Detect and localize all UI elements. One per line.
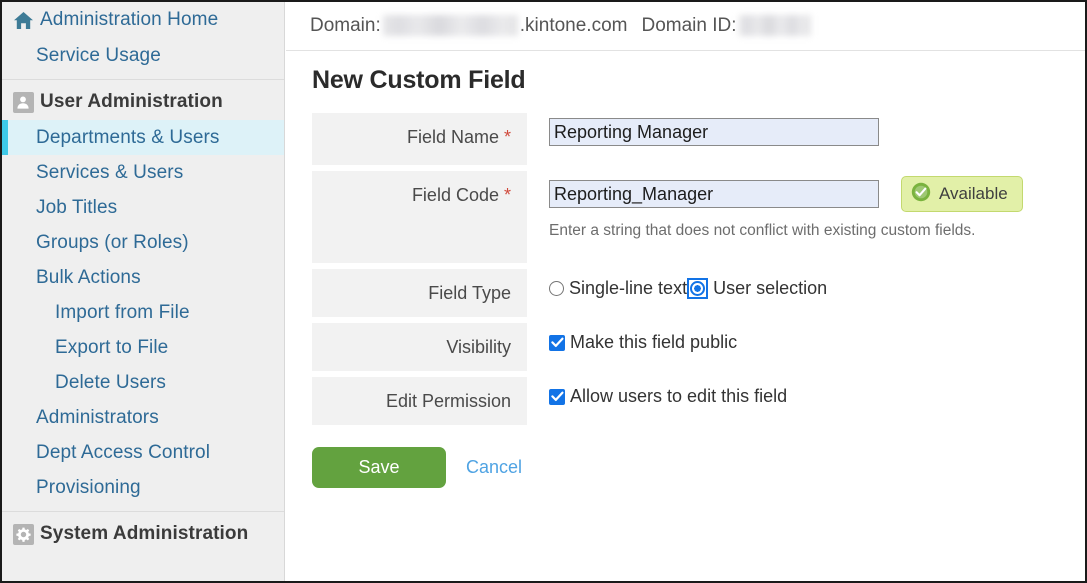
- edit-permission-label: Edit Permission: [312, 377, 527, 425]
- form-row-visibility: Visibility Make this field public: [312, 323, 1085, 371]
- sidebar-item-label: Dept Access Control: [36, 441, 211, 463]
- sidebar-group-general: Administration Home Service Usage: [2, 2, 284, 73]
- sidebar-item-label: Import from File: [55, 301, 190, 323]
- sidebar-divider: [2, 79, 284, 80]
- sidebar-section-label: System Administration: [40, 523, 249, 544]
- sidebar-item-label: Services & Users: [36, 161, 184, 183]
- checkbox-icon-checked[interactable]: [549, 334, 565, 351]
- sidebar-item-import-from-file[interactable]: Import from File: [2, 295, 284, 330]
- field-code-control: Available Enter a string that does not c…: [527, 171, 1085, 263]
- sidebar-item-label: Provisioning: [36, 476, 141, 498]
- field-name-control: [527, 113, 1085, 165]
- status-badge: Available: [901, 176, 1023, 212]
- radio-icon-selected[interactable]: [690, 281, 706, 296]
- sidebar-section-user-administration: User Administration: [2, 84, 284, 120]
- form-actions: Save Cancel: [312, 431, 1085, 488]
- sidebar-item-label: Export to File: [55, 336, 169, 358]
- visibility-control: Make this field public: [527, 323, 1085, 371]
- sidebar-item-label: Groups (or Roles): [36, 231, 189, 253]
- field-type-label: Field Type: [312, 269, 527, 317]
- sidebar-item-service-usage[interactable]: Service Usage: [2, 38, 284, 73]
- home-icon: [12, 9, 34, 31]
- domain-bar: Domain: .kintone.com Domain ID:: [286, 2, 1085, 51]
- sidebar-item-label: Service Usage: [36, 44, 161, 66]
- form-row-field-code: Field Code * Available: [312, 171, 1085, 263]
- sidebar: Administration Home Service Usage User A…: [2, 2, 285, 581]
- field-type-control: Single-line text User selection: [527, 269, 1085, 317]
- field-code-label: Field Code *: [312, 171, 527, 263]
- sidebar-item-label: Bulk Actions: [36, 266, 141, 288]
- sidebar-divider: [2, 511, 284, 512]
- sidebar-item-administrators[interactable]: Administrators: [2, 400, 284, 435]
- radio-option-user-selection[interactable]: User selection: [687, 278, 827, 299]
- domain-id-value-redacted: [738, 14, 811, 36]
- field-name-label-text: Field Name: [406, 127, 499, 147]
- sidebar-item-departments-users[interactable]: Departments & Users: [2, 120, 284, 155]
- edit-permission-control: Allow users to edit this field: [527, 377, 1085, 425]
- sidebar-item-dept-access-control[interactable]: Dept Access Control: [2, 435, 284, 470]
- radio-option-label: User selection: [713, 278, 828, 298]
- sidebar-item-groups-roles[interactable]: Groups (or Roles): [2, 225, 284, 260]
- admin-page: Administration Home Service Usage User A…: [0, 0, 1087, 583]
- save-button[interactable]: Save: [312, 447, 446, 488]
- checkbox-make-field-public[interactable]: Make this field public: [549, 332, 737, 353]
- sidebar-group-user-administration: User Administration Departments & Users …: [2, 84, 284, 505]
- field-code-input[interactable]: [549, 180, 879, 208]
- sidebar-group-system-administration: System Administration: [2, 516, 284, 552]
- sidebar-item-label: Administrators: [36, 406, 159, 428]
- sidebar-item-label: Administration Home: [40, 9, 219, 30]
- visibility-label-text: Visibility: [446, 337, 511, 357]
- sidebar-item-export-to-file[interactable]: Export to File: [2, 330, 284, 365]
- domain-id-label: Domain ID:: [641, 15, 737, 36]
- edit-permission-label-text: Edit Permission: [385, 391, 511, 411]
- field-type-label-text: Field Type: [428, 283, 511, 303]
- required-marker: *: [503, 127, 511, 147]
- sidebar-item-bulk-actions[interactable]: Bulk Actions: [2, 260, 284, 295]
- field-code-label-text: Field Code: [411, 185, 499, 205]
- sidebar-item-job-titles[interactable]: Job Titles: [2, 190, 284, 225]
- form-row-edit-permission: Edit Permission Allow users to edit this…: [312, 377, 1085, 425]
- field-code-help-text: Enter a string that does not conflict wi…: [549, 222, 976, 239]
- field-name-label: Field Name *: [312, 113, 527, 165]
- form-row-field-type: Field Type Single-line text User selecti…: [312, 269, 1085, 317]
- main-content: New Custom Field Field Name * Field Code…: [286, 52, 1085, 581]
- sidebar-item-label: Departments & Users: [36, 126, 220, 148]
- field-name-input[interactable]: [549, 118, 879, 146]
- checkbox-allow-users-edit[interactable]: Allow users to edit this field: [549, 386, 787, 407]
- radio-option-single-line-text[interactable]: Single-line text: [549, 278, 687, 299]
- required-marker: *: [503, 185, 511, 205]
- radio-option-label: Single-line text: [569, 278, 688, 298]
- sidebar-item-delete-users[interactable]: Delete Users: [2, 365, 284, 400]
- cancel-link[interactable]: Cancel: [466, 457, 522, 478]
- page-title: New Custom Field: [312, 66, 526, 94]
- sidebar-item-administration-home[interactable]: Administration Home: [2, 2, 284, 38]
- radio-focus-ring: [687, 278, 709, 299]
- checkbox-label: Allow users to edit this field: [570, 386, 788, 406]
- sidebar-section-system-administration: System Administration: [2, 516, 284, 552]
- sidebar-item-label: Delete Users: [55, 371, 167, 393]
- domain-label: Domain:: [310, 15, 381, 36]
- sidebar-item-services-users[interactable]: Services & Users: [2, 155, 284, 190]
- form-row-field-name: Field Name *: [312, 113, 1085, 165]
- sidebar-item-provisioning[interactable]: Provisioning: [2, 470, 284, 505]
- visibility-label: Visibility: [312, 323, 527, 371]
- gear-icon: [12, 523, 34, 545]
- check-circle-icon: [911, 182, 931, 207]
- domain-value-redacted: [382, 14, 518, 36]
- checkbox-label: Make this field public: [570, 332, 738, 352]
- status-badge-label: Available: [939, 184, 1008, 203]
- checkbox-icon-checked[interactable]: [549, 388, 565, 405]
- sidebar-item-label: Job Titles: [36, 196, 118, 218]
- user-icon: [12, 91, 34, 113]
- domain-suffix: .kintone.com: [519, 15, 628, 36]
- sidebar-section-label: User Administration: [40, 91, 223, 112]
- radio-icon[interactable]: [549, 281, 564, 296]
